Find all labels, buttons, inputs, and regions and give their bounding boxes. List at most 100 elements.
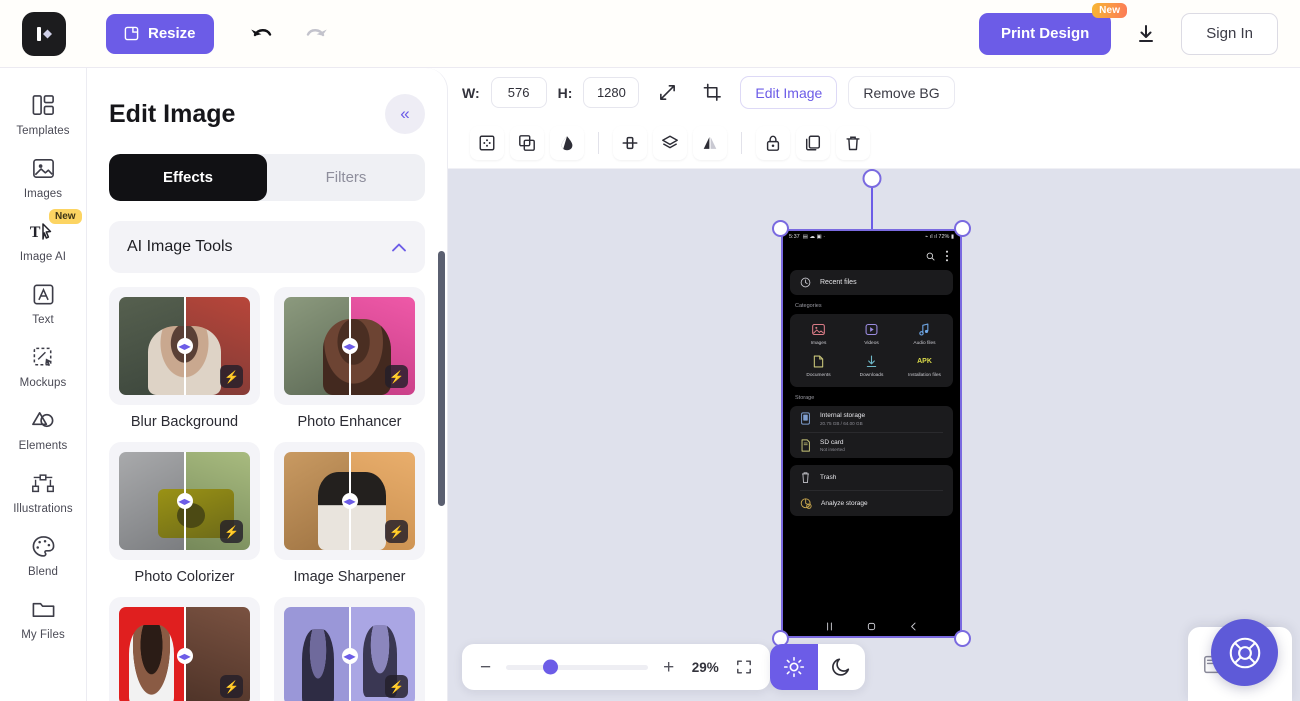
sidebar-item-image-ai[interactable]: T New Image AI (0, 208, 87, 269)
split-knob[interactable]: ◀▶ (177, 493, 193, 509)
action-name: Trash (820, 474, 836, 481)
recent-files-card[interactable]: Recent files (790, 270, 953, 295)
height-input[interactable] (583, 77, 639, 108)
split-knob[interactable]: ◀▶ (177, 648, 193, 664)
ai-bolt-icon: ⚡ (385, 365, 408, 388)
rotate-handle[interactable] (862, 169, 881, 188)
storage-internal-row[interactable]: Internal storage 20.75 GB / 64.00 GB (790, 406, 953, 432)
tool-card-image-sharpener[interactable]: ◀▶ ⚡ Image Sharpener (274, 442, 425, 585)
redo-icon[interactable] (300, 20, 334, 48)
actions-card: Trash (790, 465, 953, 516)
download-icon[interactable] (1131, 19, 1161, 49)
design-stage[interactable]: 5:37 ▤ ☁ ▣ · ⌁ ıl ıl 72% ▮ (448, 169, 1300, 701)
width-input[interactable] (491, 77, 547, 108)
moon-icon (830, 656, 852, 678)
sidebar-item-blend[interactable]: Blend (0, 523, 87, 584)
status-signal-icons: ⌁ ıl ıl (925, 234, 937, 240)
thumb-subject-left (302, 629, 333, 701)
sidebar-label: Text (32, 314, 54, 326)
split-knob[interactable]: ◀▶ (342, 338, 358, 354)
fit-screen-icon[interactable] (734, 657, 754, 677)
trash-row[interactable]: Trash (790, 465, 953, 490)
delete-icon[interactable] (836, 126, 870, 160)
frame-duplicate-icon[interactable] (510, 126, 544, 160)
resize-button[interactable]: Resize (106, 14, 214, 54)
ai-image-tools-section-header[interactable]: AI Image Tools (109, 221, 425, 273)
tab-effects[interactable]: Effects (109, 154, 267, 201)
recents-nav-icon[interactable] (824, 621, 835, 632)
analyze-storage-row[interactable]: Analyze storage (790, 491, 953, 516)
zoom-slider[interactable] (506, 665, 648, 670)
sidebar-label: Blend (28, 566, 58, 578)
category-audio-files[interactable]: Audio files (898, 322, 951, 346)
rotation-line (871, 183, 873, 229)
sidebar-item-images[interactable]: Images (0, 145, 87, 206)
position-grid-icon[interactable] (470, 126, 504, 160)
storage-card: Internal storage 20.75 GB / 64.00 GB (790, 406, 953, 458)
back-nav-icon[interactable] (908, 621, 919, 632)
home-nav-icon[interactable] (866, 621, 877, 632)
category-downloads[interactable]: Downloads (845, 354, 898, 378)
app-logo[interactable] (22, 12, 66, 56)
zoom-out-button[interactable]: − (478, 656, 493, 679)
category-label: Installation files (908, 373, 941, 378)
zoom-slider-thumb[interactable] (543, 660, 558, 675)
copy-icon[interactable] (796, 126, 830, 160)
search-icon[interactable] (926, 252, 935, 261)
section-title: AI Image Tools (127, 238, 233, 256)
tool-thumb-wrap: ◀▶ ⚡ (109, 597, 260, 701)
category-documents[interactable]: Documents (792, 354, 845, 378)
resize-handle-top-right[interactable] (954, 220, 971, 237)
app-root: Resize Print Design New (0, 0, 1300, 701)
category-videos[interactable]: Videos (845, 322, 898, 346)
light-theme-button[interactable] (770, 644, 818, 690)
blend-icon (31, 532, 56, 560)
storage-sub: 20.75 GB / 64.00 GB (820, 421, 865, 426)
layers-icon[interactable] (653, 126, 687, 160)
align-vertical-icon[interactable] (613, 126, 647, 160)
sidebar-item-illustrations[interactable]: Illustrations (0, 460, 87, 521)
scale-diagonal-icon[interactable] (650, 76, 684, 110)
undo-redo-group (244, 20, 334, 48)
zoom-in-button[interactable]: + (661, 656, 676, 679)
selected-image-object[interactable]: 5:37 ▤ ☁ ▣ · ⌁ ıl ıl 72% ▮ (781, 229, 962, 638)
tool-card-blur-background[interactable]: ◀▶ ⚡ Blur Background (109, 287, 260, 430)
sidebar-item-templates[interactable]: Templates (0, 82, 87, 143)
remove-bg-button[interactable]: Remove BG (848, 76, 954, 109)
print-design-button[interactable]: Print Design New (979, 13, 1111, 55)
tool-card-photo-colorizer[interactable]: ◀▶ ⚡ Photo Colorizer (109, 442, 260, 585)
collapse-panel-button[interactable]: « (385, 94, 425, 134)
opacity-drop-icon[interactable] (550, 126, 584, 160)
split-knob[interactable]: ◀▶ (342, 648, 358, 664)
panel-scrollbar[interactable] (438, 251, 445, 506)
sidebar-item-my-files[interactable]: My Files (0, 586, 87, 647)
flip-horizontal-icon[interactable] (693, 126, 727, 160)
edit-image-button[interactable]: Edit Image (740, 76, 837, 109)
recent-files-row[interactable]: Recent files (790, 270, 953, 295)
category-installation-files[interactable]: APK Installation files (898, 354, 951, 378)
ai-tools-grid: ◀▶ ⚡ Blur Background (109, 287, 425, 701)
dark-theme-button[interactable] (818, 644, 866, 690)
split-knob[interactable]: ◀▶ (177, 338, 193, 354)
resize-handle-bottom-right[interactable] (954, 630, 971, 647)
tool-card-cartoonizer[interactable]: ◀▶ ⚡ (109, 597, 260, 701)
canvas-toolbar-row1: W: H: Edit Image (448, 68, 1300, 117)
storage-sdcard-row[interactable]: SD card Not inserted (790, 433, 953, 459)
sidebar-item-elements[interactable]: Elements (0, 397, 87, 458)
sidebar-item-mockups[interactable]: Mockups (0, 334, 87, 395)
help-button[interactable] (1211, 619, 1278, 686)
tool-card-photo-enhancer[interactable]: ◀▶ ⚡ Photo Enhancer (274, 287, 425, 430)
tab-filters[interactable]: Filters (267, 154, 425, 201)
resize-handle-top-left[interactable] (772, 220, 789, 237)
phone-nav-bar (783, 621, 960, 632)
category-images[interactable]: Images (792, 322, 845, 346)
storage-label: Storage (783, 387, 960, 406)
undo-icon[interactable] (244, 20, 278, 48)
lock-icon[interactable] (756, 126, 790, 160)
tool-card-face-crop[interactable]: ◀▶ ⚡ (274, 597, 425, 701)
split-knob[interactable]: ◀▶ (342, 493, 358, 509)
sidebar-item-text[interactable]: Text (0, 271, 87, 332)
sign-in-button[interactable]: Sign In (1181, 13, 1278, 55)
more-vertical-icon[interactable] (945, 250, 949, 262)
crop-icon[interactable] (695, 76, 729, 110)
